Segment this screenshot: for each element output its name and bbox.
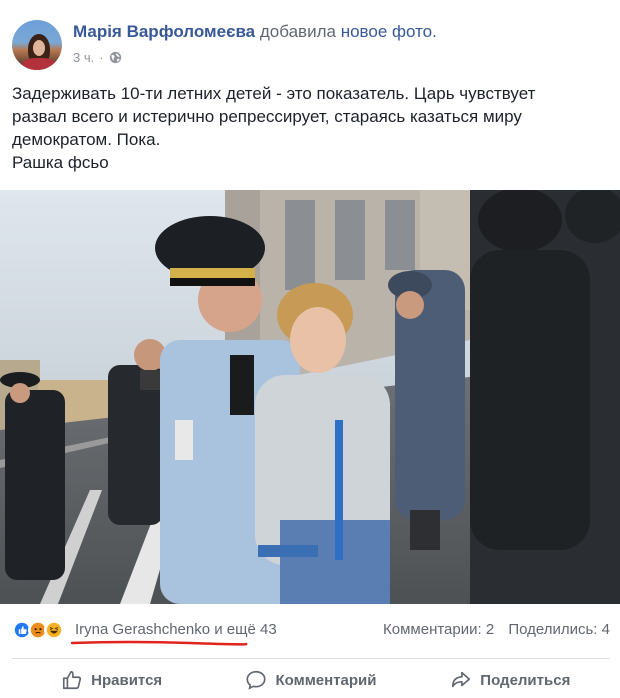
red-underline-annotation (70, 640, 248, 646)
post-text-line: Рашка фсьо (12, 153, 109, 172)
post-timestamp[interactable]: 3 ч. (73, 50, 94, 65)
likers-link[interactable]: Iryna Gerashchenko и ещё 43 (75, 621, 277, 638)
share-button-label: Поделиться (480, 671, 571, 689)
author-line: Марія Варфоломеєва добавила новое фото. (73, 22, 437, 42)
post-header: Марія Варфоломеєва добавила новое фото. … (12, 18, 608, 72)
shares-count-link[interactable]: Поделились: 4 (508, 621, 610, 638)
post-meta: 3 ч. · (73, 50, 122, 65)
share-arrow-icon (452, 671, 471, 688)
post-text-line: развал всего и истерично репрессирует, с… (12, 107, 522, 126)
post-actions: Нравится Комментарий Поделиться (12, 662, 610, 698)
like-button[interactable]: Нравится (12, 662, 211, 698)
like-button-label: Нравится (91, 671, 163, 689)
facebook-post: Марія Варфоломеєва добавила новое фото. … (0, 0, 620, 698)
post-text: Задерживать 10-ти летних детей - это пок… (12, 82, 602, 174)
post-text-line: Задерживать 10-ти летних детей - это пок… (12, 84, 536, 103)
comment-button-label: Комментарий (275, 671, 377, 689)
share-button[interactable]: Поделиться (411, 662, 610, 698)
post-photo[interactable] (0, 190, 620, 604)
photo-illustration (0, 190, 620, 604)
comment-icon (246, 670, 267, 690)
reactions-bar: Iryna Gerashchenko и ещё 43 Комментарии:… (12, 620, 610, 646)
comment-button[interactable]: Комментарий (211, 662, 410, 698)
separator-dot: · (99, 50, 104, 65)
thumbs-up-icon (63, 670, 82, 690)
author-action-text: добавила (259, 22, 336, 41)
engagement-counts: Комментарии: 2 Поделились: 4 (383, 621, 610, 638)
reaction-icons[interactable] (12, 620, 64, 640)
author-name-link[interactable]: Марія Варфоломеєва (73, 22, 255, 41)
new-photo-link[interactable]: новое фото. (341, 22, 437, 41)
haha-icon[interactable] (44, 620, 64, 640)
divider (12, 658, 610, 659)
author-avatar[interactable] (12, 20, 62, 70)
comments-count-link[interactable]: Комментарии: 2 (383, 621, 494, 638)
post-text-line: демократом. Пока. (12, 130, 161, 149)
globe-icon[interactable] (109, 51, 122, 64)
